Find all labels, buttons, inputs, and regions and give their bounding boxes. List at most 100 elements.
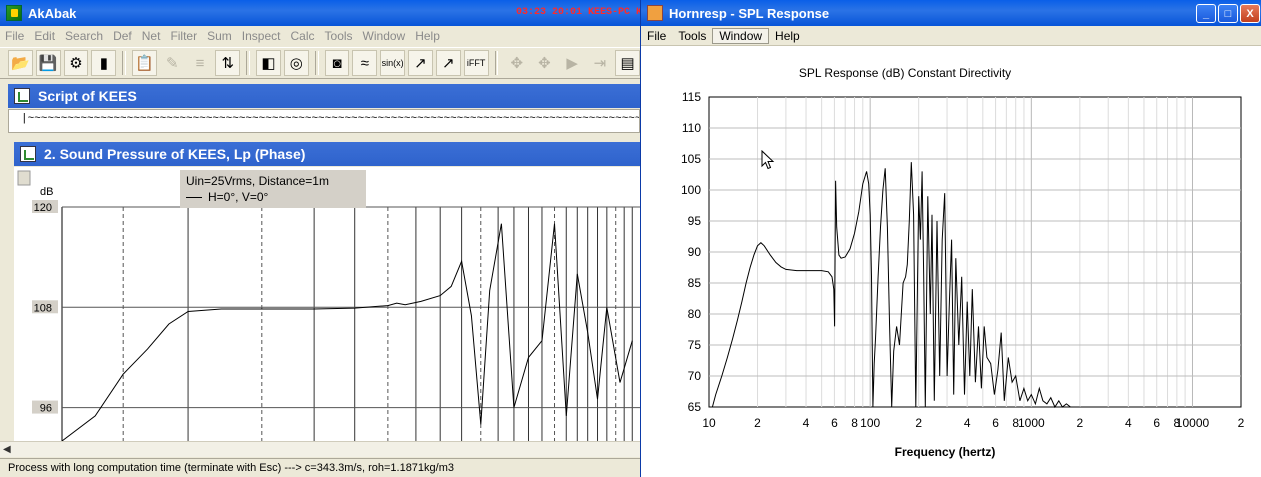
sound-pressure-panel-title: 2. Sound Pressure of KEES, Lp (Phase) [44, 146, 306, 162]
menu-filter[interactable]: Filter [165, 29, 202, 43]
x-tick-label: 2 [915, 416, 922, 430]
y-tick-label: 110 [682, 121, 701, 135]
hr-menu-help[interactable]: Help [769, 29, 806, 43]
hornresp-spl-chart[interactable]: 6570758085909510010511011510 2 4 6 8 100 2 4 6 81… [641, 47, 1261, 477]
window-controls: _ □ X [1196, 4, 1260, 23]
menu-def[interactable]: Def [108, 29, 137, 43]
driver-def-icon[interactable]: ▮ [91, 50, 117, 76]
menu-calc[interactable]: Calc [286, 29, 320, 43]
hr-menu-file[interactable]: File [641, 29, 672, 43]
x-tick-label: 4 [1125, 416, 1132, 430]
hornresp-app-icon [647, 5, 663, 21]
toolbar-separator [314, 51, 319, 75]
close-button[interactable]: X [1240, 4, 1260, 23]
y-tick-label: 96 [40, 403, 52, 415]
target-icon[interactable]: ◎ [283, 50, 309, 76]
y-tick-label: 70 [688, 369, 702, 383]
graph-panel-icon [20, 146, 36, 162]
akabak-title-bar[interactable]: AkAbak 03:23 20:01 KEES-PC Kees Screensh… [0, 0, 640, 26]
sinx-button[interactable]: sin(x) [380, 50, 406, 76]
akabak-toolbar: 📂 💾 ⚙ ▮ 📋 ✎ ≡ ⇅ ◧ ◎ ◙ ≈ sin(x) ↗ ↗ iFFT … [0, 47, 640, 79]
menu-edit[interactable]: Edit [29, 29, 60, 43]
y-tick-label: 95 [688, 214, 702, 228]
x-tick-label: 4 [803, 416, 810, 430]
disabled-tool-icon[interactable]: ✎ [160, 50, 185, 76]
hornresp-menu-bar: File Tools Window Help [641, 26, 1261, 46]
script-editor[interactable]: |~~~~~~~~~~~~~~~~~~~~~~~~~~~~~~~~~~~~~~~… [8, 109, 640, 133]
menu-file[interactable]: File [0, 29, 29, 43]
mouse-cursor-icon [761, 150, 775, 170]
akabak-status-bar: Process with long computation time (term… [0, 458, 640, 477]
speaker-icon[interactable]: ◧ [256, 50, 281, 76]
akabak-spl-chart[interactable]: dB 96 108 120 [14, 167, 640, 441]
y-tick-label: 115 [682, 90, 701, 104]
x-tick-label: 2 [1076, 416, 1083, 430]
run-script-icon[interactable]: ⚙ [63, 50, 89, 76]
akabak-horizontal-scrollbar[interactable]: ◀ [0, 441, 640, 457]
menu-tools[interactable]: Tools [320, 29, 358, 43]
menu-search[interactable]: Search [60, 29, 108, 43]
menu-net[interactable]: Net [137, 29, 166, 43]
hornresp-window: Hornresp - SPL Response _ □ X File Tools… [640, 0, 1261, 477]
response-plot-add-icon[interactable]: ↗ [435, 50, 461, 76]
disabled-move2-icon[interactable]: ✥ [532, 50, 557, 76]
menu-inspect[interactable]: Inspect [237, 29, 286, 43]
akabak-window: AkAbak 03:23 20:01 KEES-PC Kees Screensh… [0, 0, 640, 477]
x-tick-label: 10 [702, 416, 716, 430]
y-tick-label: 90 [688, 245, 702, 259]
y-axis-unit: dB [40, 186, 53, 198]
disabled-move-icon[interactable]: ✥ [504, 50, 529, 76]
x-tick-label: 6 [992, 416, 999, 430]
script-panel-header[interactable]: Script of KEES [8, 84, 640, 108]
menu-sum[interactable]: Sum [202, 29, 237, 43]
y-tick-label: 65 [688, 400, 702, 414]
x-tick-label: 8 [851, 416, 858, 430]
filter-icon[interactable]: ≈ [352, 50, 378, 76]
axis-scale-icon[interactable]: ⇅ [215, 50, 241, 76]
maximize-button[interactable]: □ [1218, 4, 1238, 23]
disabled-align-icon[interactable]: ≡ [188, 50, 213, 76]
y-tick-label: 120 [34, 202, 52, 214]
x-tick-label: 6 [1153, 416, 1160, 430]
toolbar-separator [494, 51, 499, 75]
open-folder-icon[interactable]: 📂 [8, 50, 33, 76]
chart-splitter-handle [17, 170, 31, 186]
y-tick-label: 108 [34, 302, 52, 314]
minimize-button[interactable]: _ [1196, 4, 1216, 23]
hr-menu-tools[interactable]: Tools [672, 29, 712, 43]
loudspeaker-icon[interactable]: ◙ [324, 50, 350, 76]
chart-options-icon[interactable]: ▤ [615, 50, 640, 76]
hornresp-title-bar[interactable]: Hornresp - SPL Response _ □ X [641, 0, 1261, 26]
menu-window[interactable]: Window [358, 29, 411, 43]
legend-line-swatch [186, 197, 202, 199]
x-tick-label: 6 [831, 416, 838, 430]
clipboard-icon[interactable]: 📋 [132, 50, 157, 76]
y-tick-label: 80 [688, 307, 702, 321]
disabled-scale-icon[interactable]: ⇥ [588, 50, 613, 76]
legend-title: Uin=25Vrms, Distance=1m [186, 174, 329, 188]
akabak-title: AkAbak [28, 5, 77, 21]
response-plot-icon[interactable]: ↗ [408, 50, 433, 76]
x-tick-label: 4 [964, 416, 971, 430]
akabak-chart-legend: Uin=25Vrms, Distance=1m H=0°, V=0° [180, 170, 366, 208]
script-panel-title: Script of KEES [38, 88, 137, 104]
x-tick-label: 2 [754, 416, 761, 430]
toolbar-separator [246, 51, 251, 75]
save-disk-icon[interactable]: 💾 [35, 50, 61, 76]
screenshot-overlay-text: 03:23 20:01 KEES-PC Kees Screenshots [516, 7, 640, 18]
y-tick-label: 100 [681, 183, 701, 197]
sound-pressure-line [61, 223, 633, 441]
x-tick-label: 1000 [1018, 416, 1045, 430]
akabak-app-icon [6, 5, 22, 21]
menu-help[interactable]: Help [410, 29, 445, 43]
y-tick-label: 105 [681, 152, 701, 166]
disabled-play-icon[interactable]: ▶ [560, 50, 585, 76]
legend-entry: H=0°, V=0° [208, 190, 269, 204]
akabak-menu-bar: File Edit Search Def Net Filter Sum Insp… [0, 26, 640, 46]
sound-pressure-panel-header[interactable]: 2. Sound Pressure of KEES, Lp (Phase) [14, 142, 640, 166]
ifft-button[interactable]: iFFT [463, 50, 489, 76]
x-tick-label: 10000 [1176, 416, 1210, 430]
scroll-left-icon[interactable]: ◀ [3, 444, 11, 455]
script-panel-icon [14, 88, 30, 104]
hr-menu-window[interactable]: Window [712, 27, 770, 44]
